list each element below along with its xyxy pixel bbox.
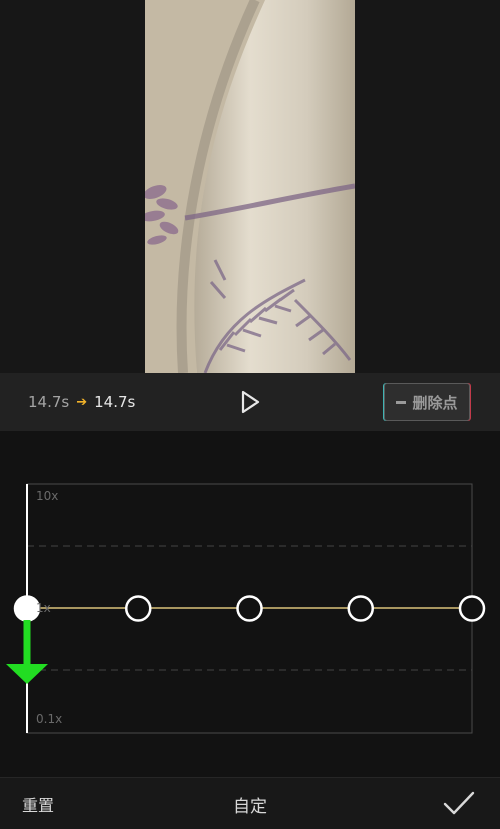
mode-title: 自定 — [233, 796, 267, 817]
reset-button[interactable]: 重置 — [22, 778, 54, 829]
axis-label-mid: 1x — [36, 601, 51, 615]
checkmark-icon — [443, 791, 475, 815]
axis-label-max: 10x — [36, 489, 59, 503]
speed-curve-editor-screen: 14.7s ➔ 14.7s 删除点 10x 1x 0.1x 重置 自定 — [0, 0, 500, 829]
confirm-button[interactable] — [442, 790, 476, 818]
axis-label-min: 0.1x — [36, 712, 63, 726]
curve-point[interactable] — [125, 595, 152, 622]
bottom-bar: 重置 自定 — [0, 777, 500, 829]
down-arrow-annotation-icon — [6, 620, 48, 684]
curve-point[interactable] — [236, 595, 263, 622]
speed-curve-canvas[interactable] — [0, 0, 500, 777]
curve-point[interactable] — [347, 595, 374, 622]
curve-point[interactable] — [458, 595, 486, 622]
